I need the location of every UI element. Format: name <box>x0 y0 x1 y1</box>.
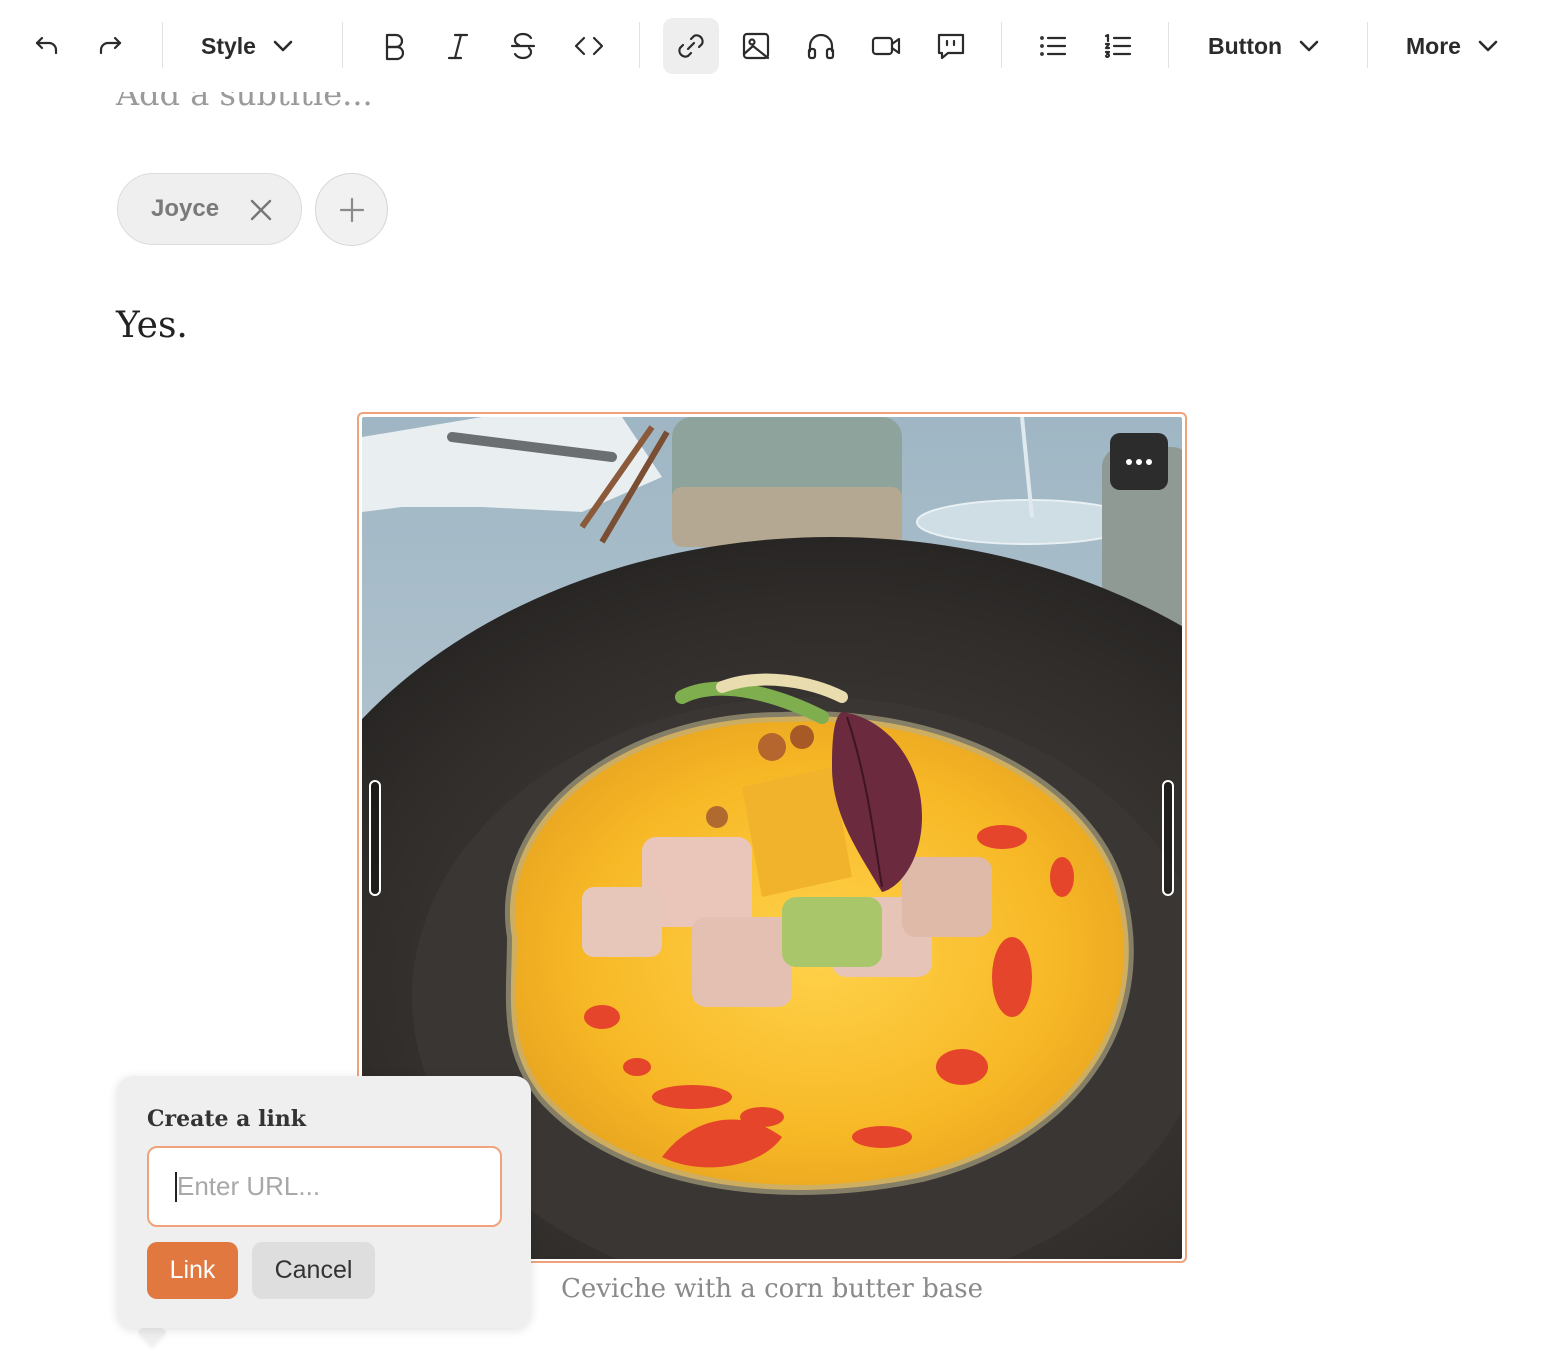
link-button[interactable]: Link <box>147 1242 238 1299</box>
bullet-list-icon[interactable] <box>1025 18 1081 74</box>
chevron-down-icon <box>1299 40 1319 52</box>
link-icon[interactable] <box>663 18 719 74</box>
toolbar-divider <box>1001 22 1002 68</box>
toolbar-divider <box>639 22 640 68</box>
undo-icon[interactable] <box>18 18 74 74</box>
button-dropdown[interactable]: Button <box>1208 18 1322 74</box>
toolbar-divider <box>162 22 163 68</box>
popover-title: Create a link <box>147 1106 307 1132</box>
image-icon[interactable] <box>728 18 784 74</box>
chevron-down-icon <box>1478 40 1498 52</box>
url-input[interactable] <box>147 1146 502 1227</box>
resize-handle-left[interactable] <box>369 780 381 896</box>
quote-icon[interactable] <box>923 18 979 74</box>
create-link-popover: Create a link Link Cancel <box>117 1076 531 1328</box>
text-caret <box>175 1172 177 1202</box>
button-dropdown-label: Button <box>1208 32 1283 59</box>
author-name: Joyce <box>151 195 220 222</box>
toolbar-divider <box>1168 22 1169 68</box>
code-icon[interactable] <box>561 18 617 74</box>
author-chip: Joyce <box>117 173 302 245</box>
numbered-list-icon[interactable] <box>1090 18 1146 74</box>
style-dropdown[interactable]: Style <box>201 18 296 74</box>
strikethrough-icon[interactable] <box>495 18 551 74</box>
image-options-button[interactable] <box>1110 433 1168 490</box>
dot <box>1136 458 1142 465</box>
toolbar-divider <box>1367 22 1368 68</box>
editor-toolbar: Style Button More <box>0 0 1546 92</box>
italic-icon[interactable] <box>430 18 486 74</box>
style-dropdown-label: Style <box>201 32 256 59</box>
more-dropdown-label: More <box>1406 32 1461 59</box>
audio-icon[interactable] <box>793 18 849 74</box>
remove-author-icon[interactable] <box>247 196 275 224</box>
more-dropdown[interactable]: More <box>1406 18 1501 74</box>
resize-handle-right[interactable] <box>1162 780 1174 896</box>
video-icon[interactable] <box>858 18 914 74</box>
dot <box>1146 458 1152 465</box>
chevron-down-icon <box>273 40 293 52</box>
redo-icon[interactable] <box>83 18 139 74</box>
bold-icon[interactable] <box>366 18 422 74</box>
toolbar-divider <box>342 22 343 68</box>
body-paragraph[interactable]: Yes. <box>116 305 188 346</box>
cancel-button[interactable]: Cancel <box>252 1242 375 1299</box>
add-author-button[interactable] <box>315 173 388 246</box>
plus-icon <box>339 197 364 222</box>
dot <box>1126 458 1132 465</box>
